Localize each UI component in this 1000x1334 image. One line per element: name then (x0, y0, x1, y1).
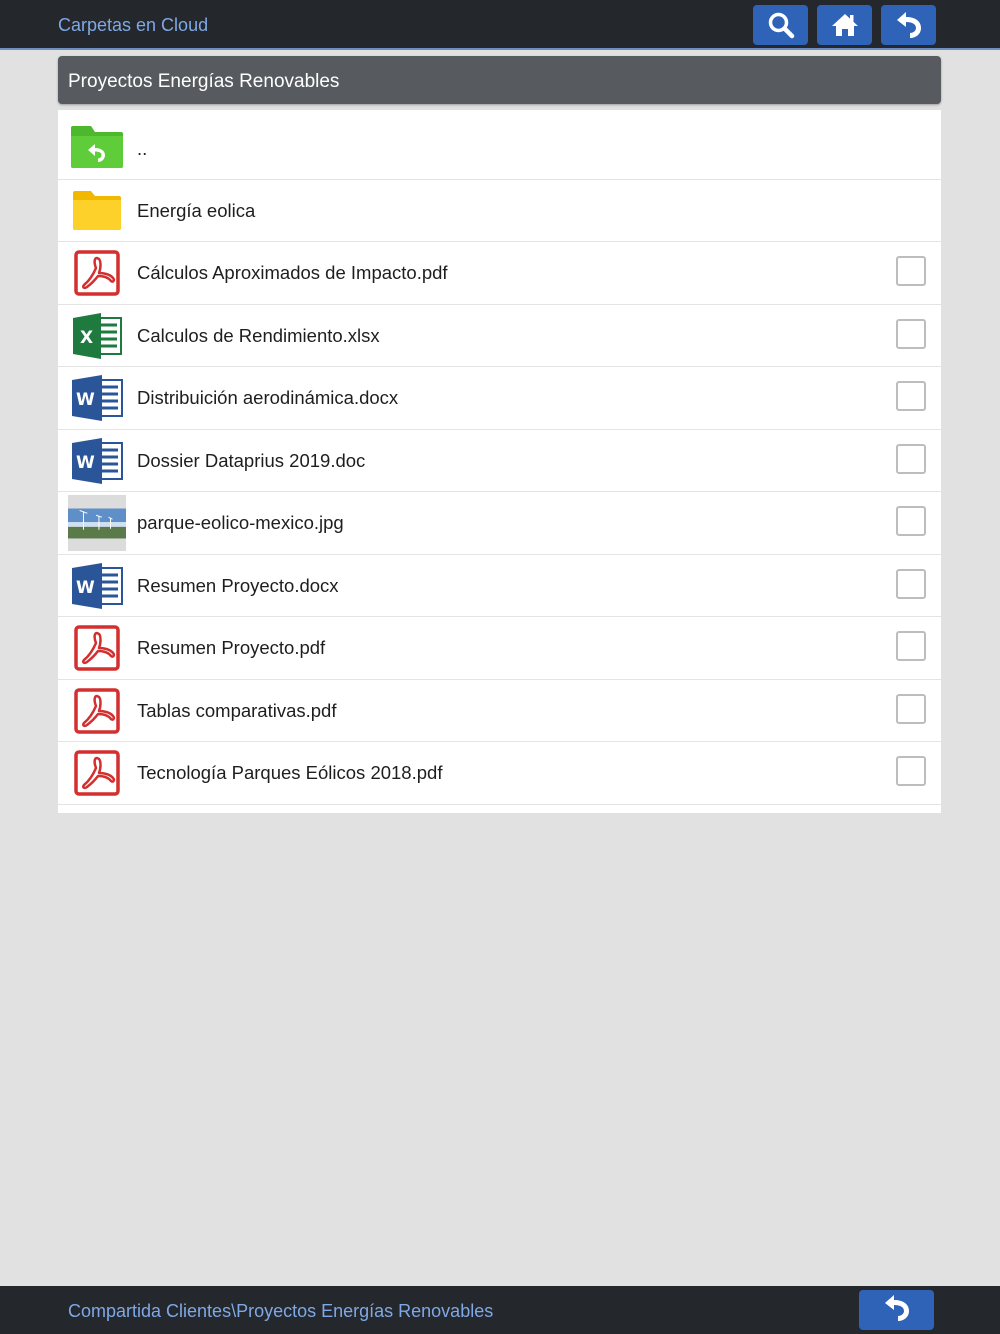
current-path: Compartida Clientes\Proyectos Energías R… (68, 1301, 494, 1321)
list-item-label: Dossier Dataprius 2019.doc (137, 450, 366, 471)
svg-text:W: W (76, 390, 95, 410)
back-arrow-icon (881, 1293, 913, 1328)
file-list: .. Energía eolica Cálculos Aproximados d… (58, 110, 941, 813)
select-checkbox[interactable] (896, 319, 926, 349)
folder-header: Proyectos Energías Renovables (58, 56, 941, 104)
list-item-label: Resumen Proyecto.pdf (137, 637, 326, 658)
list-item-label: Cálculos Aproximados de Impacto.pdf (137, 262, 448, 283)
list-item-file[interactable]: Tablas comparativas.pdf (58, 680, 941, 742)
word-icon: W (68, 557, 126, 615)
pdf-icon (68, 682, 126, 740)
select-checkbox[interactable] (896, 506, 926, 536)
list-item-file[interactable]: Cálculos Aproximados de Impacto.pdf (58, 242, 941, 305)
list-item-file[interactable]: W Dossier Dataprius 2019.doc (58, 430, 941, 492)
svg-text:W: W (76, 578, 95, 598)
list-item-label: Distribuición aerodinámica.docx (137, 387, 399, 408)
select-checkbox[interactable] (896, 381, 926, 411)
top-bar: Carpetas en Cloud (0, 0, 1000, 50)
bottom-back-button[interactable] (859, 1290, 934, 1330)
list-item-file[interactable]: W Resumen Proyecto.docx (58, 555, 941, 617)
pdf-icon (68, 244, 126, 302)
folder-title: Proyectos Energías Renovables (68, 71, 340, 92)
folder-up-icon (68, 118, 126, 176)
list-item-file[interactable]: parque-eolico-mexico.jpg (58, 492, 941, 555)
image-thumbnail-icon (68, 494, 126, 552)
list-item-label: .. (137, 138, 148, 159)
pdf-icon (68, 619, 126, 677)
list-item-parent-folder[interactable]: .. (58, 110, 941, 180)
select-checkbox[interactable] (896, 756, 926, 786)
svg-text:W: W (76, 453, 95, 473)
svg-text:X: X (80, 328, 93, 348)
list-item-file[interactable]: X Calculos de Rendimiento.xlsx (58, 305, 941, 367)
search-icon (767, 11, 795, 39)
home-icon (831, 12, 859, 38)
select-checkbox[interactable] (896, 694, 926, 724)
pdf-icon (68, 744, 126, 802)
list-item-folder[interactable]: Energía eolica (58, 180, 941, 242)
app-title[interactable]: Carpetas en Cloud (58, 15, 208, 36)
list-item-label: Tecnología Parques Eólicos 2018.pdf (137, 762, 443, 783)
select-checkbox[interactable] (896, 256, 926, 286)
list-item-label: Calculos de Rendimiento.xlsx (137, 325, 380, 346)
list-item-file[interactable]: Tecnología Parques Eólicos 2018.pdf (58, 742, 941, 805)
search-button[interactable] (753, 5, 808, 45)
list-item-file[interactable]: Resumen Proyecto.pdf (58, 617, 941, 680)
word-icon: W (68, 432, 126, 490)
select-checkbox[interactable] (896, 444, 926, 474)
select-checkbox[interactable] (896, 569, 926, 599)
list-item-label: parque-eolico-mexico.jpg (137, 512, 344, 533)
bottom-bar: Compartida Clientes\Proyectos Energías R… (0, 1286, 1000, 1334)
back-arrow-icon (893, 10, 925, 40)
list-item-label: Resumen Proyecto.docx (137, 575, 339, 596)
list-item-file[interactable]: W Distribuición aerodinámica.docx (58, 367, 941, 430)
back-button[interactable] (881, 5, 936, 45)
folder-icon (68, 182, 126, 240)
word-icon: W (68, 369, 126, 427)
list-item-label: Energía eolica (137, 200, 256, 221)
home-button[interactable] (817, 5, 872, 45)
excel-icon: X (68, 307, 126, 365)
select-checkbox[interactable] (896, 631, 926, 661)
list-item-label: Tablas comparativas.pdf (137, 700, 337, 721)
